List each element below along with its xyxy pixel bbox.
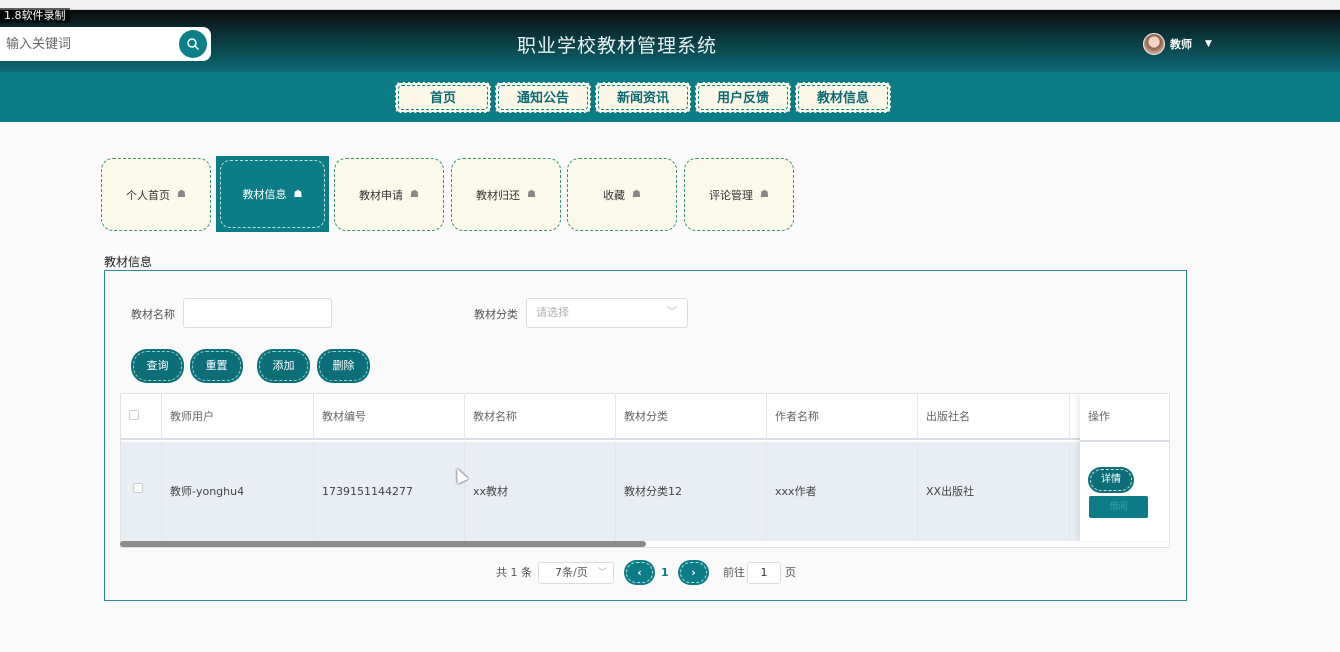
col-textbook-no[interactable]: 教材编号 <box>314 394 465 440</box>
card-label: 教材申请 <box>359 188 404 202</box>
card-textbook-info[interactable]: 教材信息 ☗ <box>216 156 329 232</box>
filter-name-label: 教材名称 <box>131 308 175 321</box>
home-icon: ☗ <box>760 189 769 200</box>
cell-author: xxx作者 <box>767 442 918 541</box>
section-title: 教材信息 <box>104 255 153 269</box>
query-button[interactable]: 查询 <box>133 351 182 381</box>
borrow-button[interactable]: 借阅 <box>1089 496 1148 518</box>
home-icon: ☗ <box>527 189 536 200</box>
cell-publisher: XX出版社 <box>918 442 1070 541</box>
home-icon: ☗ <box>632 189 641 200</box>
home-icon: ☗ <box>410 189 419 200</box>
cell-teacher-user: 教师-yonghu4 <box>162 442 314 541</box>
card-label: 收藏 <box>603 188 626 202</box>
nav-textbooks[interactable]: 教材信息 <box>795 82 891 113</box>
col-teacher-user[interactable]: 教师用户 <box>162 394 314 440</box>
goto-page-input[interactable]: 1 <box>747 562 781 584</box>
card-textbook-apply[interactable]: 教材申请 ☗ <box>334 158 444 231</box>
prev-page-button[interactable]: ‹ <box>626 562 653 583</box>
operations-column: 操作 详情 借阅 <box>1080 394 1169 541</box>
row-select-cell <box>121 442 162 541</box>
cell-textbook-name: xx教材 <box>465 442 616 541</box>
recorder-watermark: 1.8软件录制 <box>0 8 70 23</box>
goto-label: 前往 <box>723 566 745 579</box>
card-label: 教材归还 <box>476 188 521 202</box>
chevron-left-icon: ‹ <box>637 566 642 579</box>
nav-news-label: 新闻资讯 <box>598 85 688 110</box>
card-textbook-return[interactable]: 教材归还 ☗ <box>451 158 561 231</box>
avatar <box>1143 33 1165 55</box>
header-select-cell <box>121 394 162 440</box>
total-count: 共 1 条 <box>496 566 532 579</box>
data-table: 教师用户 教材编号 教材名称 教材分类 作者名称 出版社名 教师-yonghu4… <box>120 393 1170 548</box>
card-comments[interactable]: 评论管理 ☗ <box>684 158 794 231</box>
caret-down-icon: ▼ <box>1205 39 1212 49</box>
cell-textbook-no: 1739151144277 <box>314 442 465 541</box>
chevron-right-icon: › <box>691 566 696 579</box>
page-unit-label: 页 <box>785 566 796 579</box>
col-textbook-name[interactable]: 教材名称 <box>465 394 616 440</box>
user-menu[interactable]: 教师 ▼ <box>1143 33 1212 55</box>
col-publisher[interactable]: 出版社名 <box>918 394 1070 440</box>
card-label: 评论管理 <box>709 188 754 202</box>
filter-name-input[interactable] <box>183 298 332 328</box>
card-label: 个人首页 <box>126 188 171 202</box>
select-placeholder: 请选择 <box>536 306 569 319</box>
nav-home-label: 首页 <box>398 85 488 110</box>
cell-textbook-category: 教材分类12 <box>616 442 767 541</box>
header-divider <box>1080 440 1169 442</box>
nav-home[interactable]: 首页 <box>395 82 491 113</box>
site-title: 职业学校教材管理系统 <box>516 35 717 57</box>
nav-notices[interactable]: 通知公告 <box>495 82 591 113</box>
card-favorites[interactable]: 收藏 ☗ <box>567 158 677 231</box>
col-author[interactable]: 作者名称 <box>767 394 918 440</box>
browser-top-strip <box>0 0 1340 10</box>
chevron-down-icon: ﹀ <box>597 568 607 578</box>
horizontal-scrollbar[interactable] <box>120 541 646 547</box>
card-inner-border <box>220 160 325 228</box>
chevron-down-icon: ﹀ <box>667 307 677 318</box>
filter-category-label: 教材分类 <box>474 308 518 321</box>
page-size-value: 7条/页 <box>555 566 588 579</box>
site-header: 职业学校教材管理系统 教师 ▼ <box>0 10 1340 72</box>
nav-feedback[interactable]: 用户反馈 <box>695 82 791 113</box>
reset-button[interactable]: 重置 <box>192 351 241 381</box>
filter-category-select[interactable]: 请选择 ﹀ <box>526 298 688 328</box>
add-button[interactable]: 添加 <box>259 351 308 381</box>
select-all-checkbox[interactable] <box>129 410 139 420</box>
col-operations: 操作 <box>1088 410 1110 423</box>
col-textbook-category[interactable]: 教材分类 <box>616 394 767 440</box>
page-size-select[interactable]: 7条/页 ﹀ <box>538 562 614 584</box>
delete-button[interactable]: 删除 <box>319 351 368 381</box>
detail-button[interactable]: 详情 <box>1090 469 1132 491</box>
row-checkbox[interactable] <box>133 483 143 493</box>
nav-notices-label: 通知公告 <box>498 85 588 110</box>
card-personal-home[interactable]: 个人首页 ☗ <box>101 158 211 231</box>
current-page[interactable]: 1 <box>661 562 669 584</box>
nav-feedback-label: 用户反馈 <box>698 85 788 110</box>
user-name: 教师 <box>1170 38 1192 51</box>
nav-news[interactable]: 新闻资讯 <box>595 82 691 113</box>
main-nav: 首页 通知公告 新闻资讯 用户反馈 教材信息 <box>0 72 1340 122</box>
next-page-button[interactable]: › <box>680 562 707 583</box>
home-icon: ☗ <box>177 189 186 200</box>
nav-textbooks-label: 教材信息 <box>798 85 888 110</box>
